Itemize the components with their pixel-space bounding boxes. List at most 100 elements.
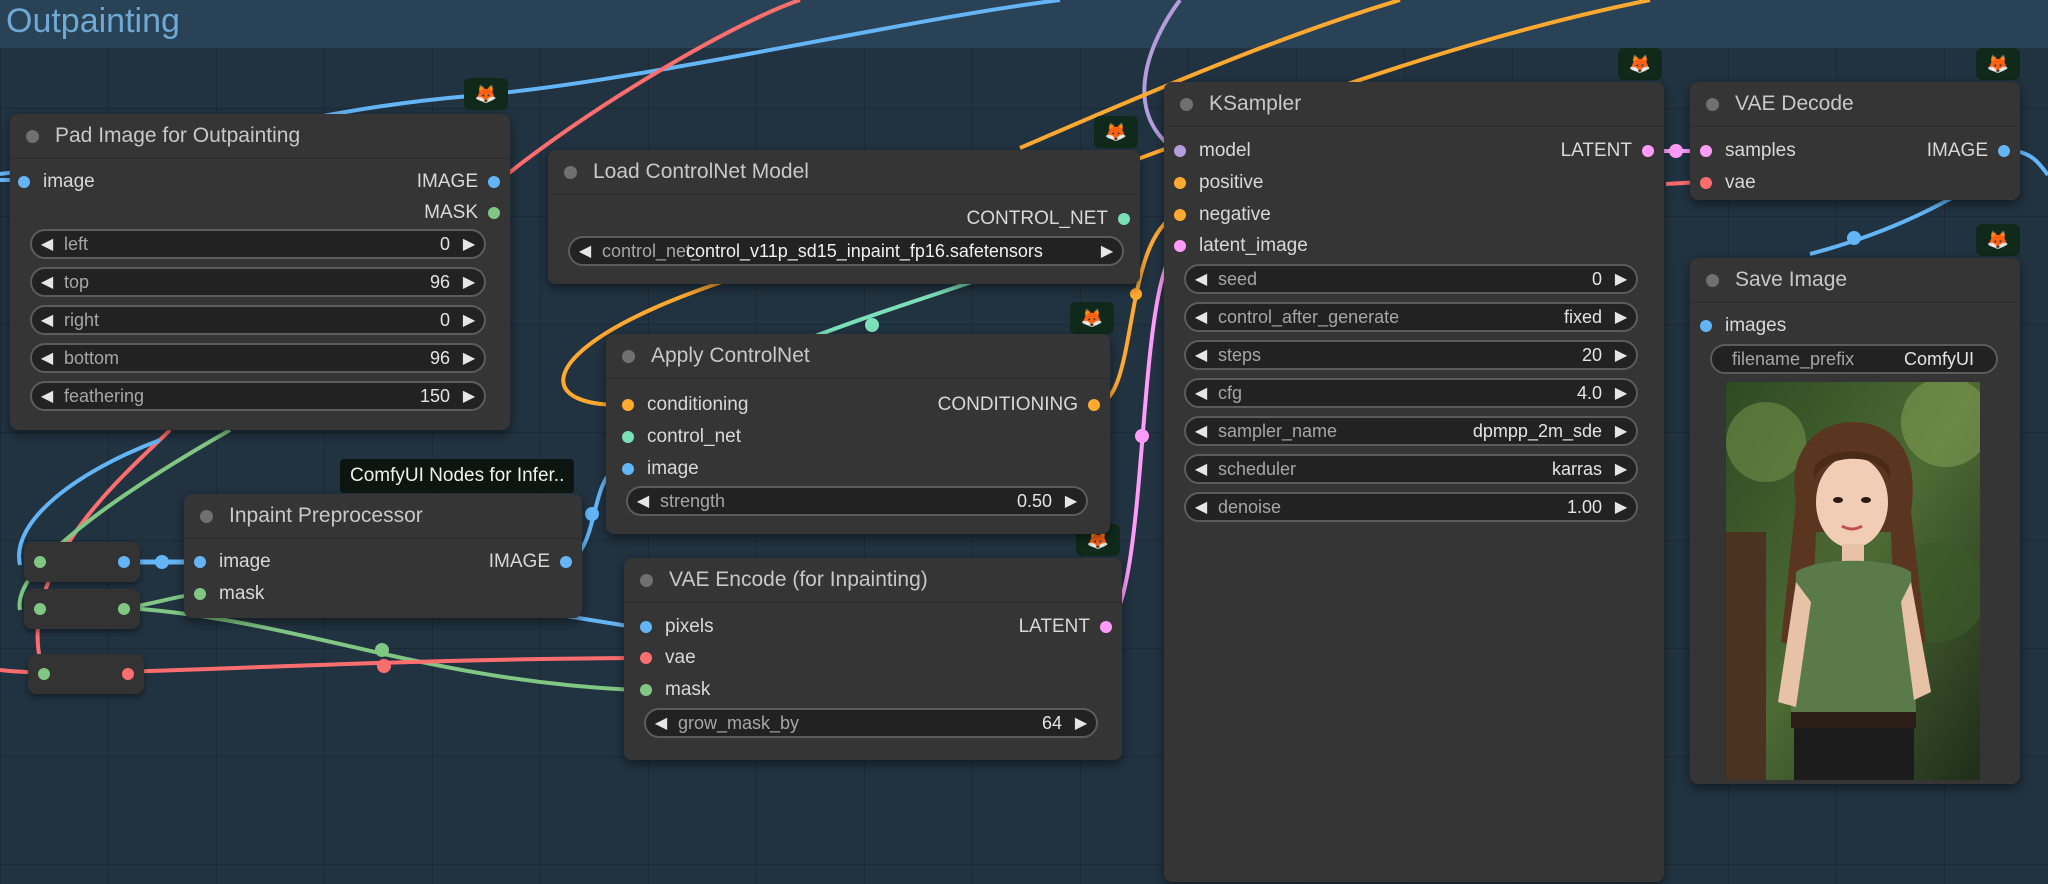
increment-arrow-icon[interactable]: ▶ (1606, 459, 1636, 479)
widget-seed[interactable]: ◀ seed 0 ▶ (1184, 264, 1638, 294)
decrement-arrow-icon[interactable]: ◀ (32, 272, 62, 292)
output-conditioning[interactable]: CONDITIONING (938, 393, 1100, 417)
increment-arrow-icon[interactable]: ▶ (454, 310, 484, 330)
decrement-arrow-icon[interactable]: ◀ (1186, 269, 1216, 289)
widget-top[interactable]: ◀ top 96 ▶ (30, 267, 486, 297)
decrement-arrow-icon[interactable]: ◀ (32, 234, 62, 254)
output-mask[interactable]: MASK (424, 201, 500, 225)
input-socket[interactable] (194, 588, 206, 600)
widget-steps[interactable]: ◀ steps 20 ▶ (1184, 340, 1638, 370)
collapse-toggle[interactable] (1180, 97, 1193, 111)
reroute-vae[interactable] (28, 654, 144, 694)
input-socket[interactable] (640, 684, 652, 696)
collapse-toggle[interactable] (564, 165, 577, 179)
input-socket[interactable] (622, 463, 634, 475)
decrement-arrow-icon[interactable]: ◀ (628, 491, 658, 511)
widget-control-after-generate[interactable]: ◀ control_after_generate fixed ▶ (1184, 302, 1638, 332)
widget-cfg[interactable]: ◀ cfg 4.0 ▶ (1184, 378, 1638, 408)
output-image[interactable]: IMAGE (417, 170, 500, 194)
input-samples[interactable]: samples (1700, 139, 1796, 163)
node-vae-decode[interactable]: VAE Decode samples IMAGE vae (1690, 82, 2020, 200)
collapse-toggle[interactable] (1706, 97, 1719, 111)
input-socket[interactable] (1174, 209, 1186, 221)
input-socket[interactable] (1700, 320, 1712, 332)
input-socket[interactable] (1174, 145, 1186, 157)
increment-arrow-icon[interactable]: ▶ (454, 234, 484, 254)
node-ksampler[interactable]: KSampler model LATENT positive negative … (1164, 82, 1664, 882)
collapse-toggle[interactable] (640, 573, 653, 587)
input-pixels[interactable]: pixels (640, 615, 714, 639)
input-socket[interactable] (622, 399, 634, 411)
increment-arrow-icon[interactable]: ▶ (1606, 383, 1636, 403)
reroute-mask[interactable] (24, 589, 140, 629)
output-image-preview[interactable] (1726, 382, 1980, 780)
collapse-toggle[interactable] (200, 509, 213, 523)
input-socket[interactable] (622, 431, 634, 443)
input-positive[interactable]: positive (1174, 171, 1263, 195)
input-socket[interactable] (34, 556, 46, 568)
input-socket[interactable] (640, 621, 652, 633)
decrement-arrow-icon[interactable]: ◀ (646, 713, 676, 733)
widget-right[interactable]: ◀ right 0 ▶ (30, 305, 486, 335)
output-socket[interactable] (1642, 145, 1654, 157)
node-load-controlnet[interactable]: Load ControlNet Model CONTROL_NET ◀ cont… (548, 150, 1140, 284)
output-latent[interactable]: LATENT (1019, 615, 1112, 639)
output-image[interactable]: IMAGE (489, 550, 572, 574)
decrement-arrow-icon[interactable]: ◀ (1186, 383, 1216, 403)
node-inpaint-preprocessor[interactable]: Inpaint Preprocessor image IMAGE mask (184, 494, 582, 618)
collapse-toggle[interactable] (1706, 273, 1719, 287)
widget-filename-prefix[interactable]: filename_prefix ComfyUI (1710, 344, 1998, 374)
widget-control-net-name[interactable]: ◀ control_net_name control_v11p_sd15_inp… (568, 236, 1124, 266)
reroute-image[interactable] (24, 542, 140, 582)
widget-strength[interactable]: ◀ strength 0.50 ▶ (626, 486, 1088, 516)
increment-arrow-icon[interactable]: ▶ (1606, 307, 1636, 327)
node-apply-controlnet[interactable]: Apply ControlNet conditioning CONDITIONI… (606, 334, 1110, 534)
increment-arrow-icon[interactable]: ▶ (1606, 345, 1636, 365)
increment-arrow-icon[interactable]: ▶ (1056, 491, 1086, 511)
output-socket[interactable] (1118, 213, 1130, 225)
widget-denoise[interactable]: ◀ denoise 1.00 ▶ (1184, 492, 1638, 522)
increment-arrow-icon[interactable]: ▶ (1066, 713, 1096, 733)
increment-arrow-icon[interactable]: ▶ (454, 348, 484, 368)
input-socket[interactable] (194, 556, 206, 568)
input-vae[interactable]: vae (640, 646, 696, 670)
increment-arrow-icon[interactable]: ▶ (454, 386, 484, 406)
decrement-arrow-icon[interactable]: ◀ (32, 348, 62, 368)
input-latent-image[interactable]: latent_image (1174, 234, 1308, 258)
output-control-net[interactable]: CONTROL_NET (967, 207, 1130, 231)
input-socket[interactable] (1174, 177, 1186, 189)
decrement-arrow-icon[interactable]: ◀ (1186, 459, 1216, 479)
output-socket[interactable] (488, 207, 500, 219)
output-socket[interactable] (488, 176, 500, 188)
input-socket[interactable] (34, 603, 46, 615)
output-socket[interactable] (1100, 621, 1112, 633)
input-socket[interactable] (18, 176, 30, 188)
widget-scheduler[interactable]: ◀ scheduler karras ▶ (1184, 454, 1638, 484)
output-socket[interactable] (1998, 145, 2010, 157)
decrement-arrow-icon[interactable]: ◀ (570, 241, 600, 261)
input-socket[interactable] (1700, 145, 1712, 157)
input-negative[interactable]: negative (1174, 203, 1271, 227)
output-socket[interactable] (122, 668, 134, 680)
decrement-arrow-icon[interactable]: ◀ (32, 310, 62, 330)
input-image[interactable]: image (622, 457, 699, 481)
increment-arrow-icon[interactable]: ▶ (1606, 269, 1636, 289)
widget-bottom[interactable]: ◀ bottom 96 ▶ (30, 343, 486, 373)
output-image[interactable]: IMAGE (1927, 139, 2010, 163)
input-socket[interactable] (1700, 177, 1712, 189)
collapse-toggle[interactable] (26, 129, 39, 143)
output-latent[interactable]: LATENT (1561, 139, 1654, 163)
input-socket[interactable] (1174, 240, 1186, 252)
increment-arrow-icon[interactable]: ▶ (454, 272, 484, 292)
output-socket[interactable] (118, 603, 130, 615)
input-conditioning[interactable]: conditioning (622, 393, 748, 417)
widget-left[interactable]: ◀ left 0 ▶ (30, 229, 486, 259)
input-control-net[interactable]: control_net (622, 425, 741, 449)
node-vae-encode-inpainting[interactable]: VAE Encode (for Inpainting) pixels LATEN… (624, 558, 1122, 760)
input-socket[interactable] (38, 668, 50, 680)
output-socket[interactable] (1088, 399, 1100, 411)
increment-arrow-icon[interactable]: ▶ (1606, 497, 1636, 517)
output-socket[interactable] (560, 556, 572, 568)
increment-arrow-icon[interactable]: ▶ (1606, 421, 1636, 441)
output-socket[interactable] (118, 556, 130, 568)
